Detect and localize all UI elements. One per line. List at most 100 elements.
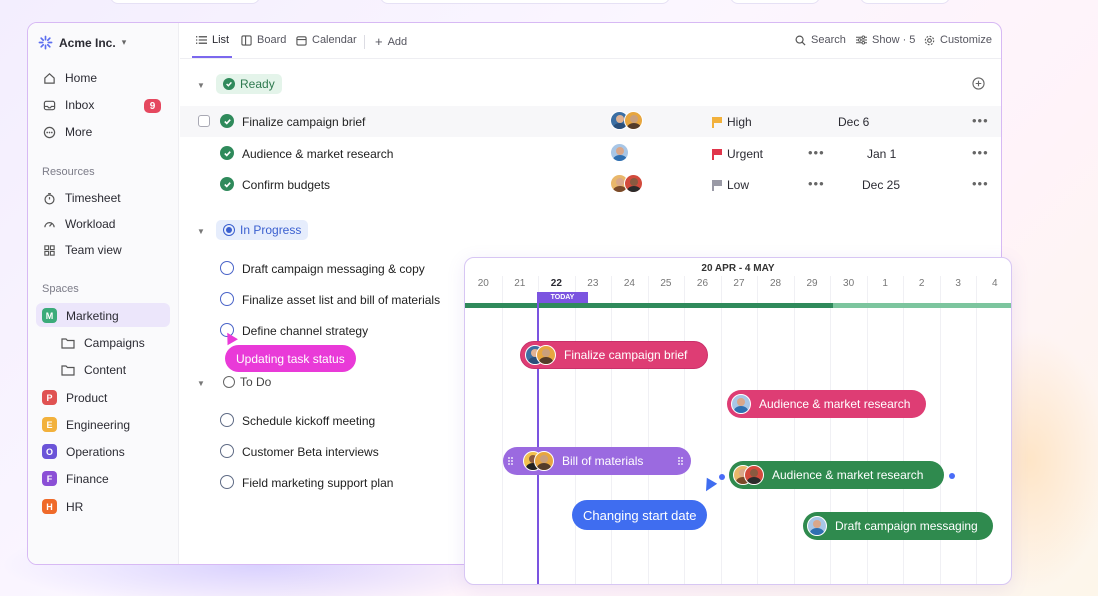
flag-icon bbox=[712, 180, 722, 191]
group-ready[interactable]: Ready bbox=[216, 74, 282, 94]
add-circle-icon[interactable] bbox=[972, 77, 985, 90]
collapse-caret-icon[interactable]: ▼ bbox=[197, 379, 205, 388]
task-row[interactable]: Audience & market research Urgent ••• Ja… bbox=[180, 138, 1001, 169]
gantt-bar-audience-research-2[interactable]: Audience & market research bbox=[729, 461, 944, 489]
priority-field[interactable]: Urgent bbox=[712, 147, 763, 161]
dependency-dot[interactable] bbox=[949, 473, 955, 479]
sliders-icon bbox=[856, 35, 867, 45]
resources-heading: Resources bbox=[42, 166, 95, 178]
sidebar-folder-content[interactable]: Content bbox=[61, 363, 126, 377]
status-open-icon[interactable] bbox=[220, 475, 234, 489]
task-name[interactable]: Schedule kickoff meeting bbox=[242, 414, 375, 428]
status-open-icon[interactable] bbox=[220, 413, 234, 427]
sidebar-item-label: HR bbox=[66, 499, 84, 514]
gantt-bar-bill-of-materials[interactable]: Bill of materials bbox=[503, 447, 691, 475]
sidebar-item-label: Marketing bbox=[66, 308, 119, 323]
status-open-icon[interactable] bbox=[220, 292, 234, 306]
sidebar-item-timesheet[interactable]: Timesheet bbox=[42, 191, 121, 205]
task-row[interactable]: Finalize campaign brief High Dec 6 ••• bbox=[180, 106, 1001, 137]
task-name[interactable]: Finalize asset list and bill of material… bbox=[242, 293, 440, 307]
sidebar-item-label: Home bbox=[65, 71, 98, 85]
gantt-grid-line bbox=[501, 276, 503, 584]
customize-button[interactable]: Customize bbox=[924, 34, 992, 46]
sidebar-space-finance[interactable]: F Finance bbox=[42, 471, 109, 486]
status-open-icon[interactable] bbox=[220, 261, 234, 275]
gantt-grid-line bbox=[574, 276, 576, 584]
status-done-icon[interactable] bbox=[220, 146, 234, 160]
sidebar-space-product[interactable]: P Product bbox=[42, 390, 107, 405]
task-name[interactable]: Audience & market research bbox=[242, 147, 393, 161]
task-name[interactable]: Customer Beta interviews bbox=[242, 445, 379, 459]
task-name[interactable]: Finalize campaign brief bbox=[242, 115, 365, 129]
row-more-icon[interactable]: ••• bbox=[972, 145, 989, 160]
row-checkbox[interactable] bbox=[198, 115, 210, 127]
sidebar-item-workload[interactable]: Workload bbox=[42, 217, 115, 231]
priority-label: Urgent bbox=[727, 147, 764, 161]
search-button[interactable]: Search bbox=[795, 34, 846, 46]
dependency-dot[interactable] bbox=[719, 474, 725, 480]
gantt-bar-finalize-campaign-brief[interactable]: Finalize campaign brief bbox=[520, 341, 708, 369]
due-date[interactable]: Dec 6 bbox=[838, 115, 869, 129]
spaces-heading: Spaces bbox=[42, 283, 79, 295]
background-card bbox=[110, 0, 260, 4]
add-view-button[interactable]: + Add bbox=[375, 34, 407, 49]
tab-label: Board bbox=[257, 34, 287, 46]
sidebar-item-team-view[interactable]: Team view bbox=[42, 243, 122, 257]
tab-label: Calendar bbox=[312, 34, 357, 46]
task-row[interactable]: Confirm budgets Low ••• Dec 25 ••• bbox=[180, 169, 1001, 200]
row-more-icon[interactable]: ••• bbox=[972, 113, 989, 128]
sidebar-space-hr[interactable]: H HR bbox=[42, 499, 83, 514]
workspace-switcher[interactable]: Acme Inc. ▾ bbox=[38, 35, 126, 50]
gantt-bar-draft-campaign-messaging[interactable]: Draft campaign messaging bbox=[803, 512, 993, 540]
avatar bbox=[610, 143, 629, 162]
sidebar-item-home[interactable]: Home bbox=[42, 71, 97, 85]
task-name[interactable]: Define channel strategy bbox=[242, 324, 368, 338]
assignees[interactable] bbox=[610, 174, 643, 193]
gantt-bar-label: Bill of materials bbox=[562, 454, 644, 468]
space-avatar: O bbox=[42, 444, 57, 459]
due-date[interactable]: Jan 1 bbox=[867, 147, 896, 161]
sidebar-item-more[interactable]: More bbox=[42, 125, 92, 139]
gantt-bar-audience-research[interactable]: Audience & market research bbox=[727, 390, 926, 418]
gantt-bar-label: Finalize campaign brief bbox=[564, 348, 688, 362]
sidebar-space-marketing[interactable]: M Marketing bbox=[42, 308, 119, 323]
sidebar-space-engineering[interactable]: E Engineering bbox=[42, 417, 130, 432]
tab-list[interactable]: List bbox=[196, 34, 229, 46]
group-in-progress[interactable]: In Progress bbox=[216, 220, 309, 240]
collapse-caret-icon[interactable]: ▼ bbox=[197, 81, 205, 90]
tab-board[interactable]: Board bbox=[241, 34, 286, 46]
gantt-day-label: 21 bbox=[514, 278, 526, 289]
sidebar-space-operations[interactable]: O Operations bbox=[42, 444, 125, 459]
task-name[interactable]: Confirm budgets bbox=[242, 178, 330, 192]
status-done-icon[interactable] bbox=[220, 114, 234, 128]
gantt-day-label: 20 bbox=[477, 278, 489, 289]
show-columns-button[interactable]: Show · 5 bbox=[856, 34, 915, 46]
priority-field[interactable]: High bbox=[712, 115, 752, 129]
sidebar-item-inbox[interactable]: Inbox bbox=[42, 98, 94, 112]
drag-handle-icon[interactable] bbox=[678, 457, 685, 465]
status-done-icon[interactable] bbox=[220, 177, 234, 191]
assignees[interactable] bbox=[610, 143, 629, 162]
priority-field[interactable]: Low bbox=[712, 178, 749, 192]
row-more-icon[interactable]: ••• bbox=[972, 176, 989, 191]
group-label: Ready bbox=[240, 77, 275, 91]
gantt-panel: 20 APR - 4 MAY 20 21 22 23 24 25 26 27 28 29 30 1 2 3… bbox=[464, 257, 1012, 585]
due-date[interactable]: Dec 25 bbox=[862, 178, 900, 192]
sidebar-folder-campaigns[interactable]: Campaigns bbox=[61, 336, 145, 350]
home-icon bbox=[42, 71, 56, 85]
task-name[interactable]: Draft campaign messaging & copy bbox=[242, 262, 425, 276]
collapse-caret-icon[interactable]: ▼ bbox=[197, 227, 205, 236]
gantt-day-label: 24 bbox=[623, 278, 635, 289]
assignees[interactable] bbox=[610, 111, 643, 130]
row-options-icon[interactable]: ••• bbox=[808, 145, 825, 160]
status-open-icon[interactable] bbox=[220, 444, 234, 458]
tab-calendar[interactable]: Calendar bbox=[296, 34, 357, 46]
group-to-do[interactable]: To Do bbox=[216, 372, 278, 392]
status-toast: Updating task status bbox=[225, 345, 356, 372]
drag-handle-icon[interactable] bbox=[508, 457, 515, 465]
sidebar-item-label: Engineering bbox=[66, 417, 131, 432]
row-options-icon[interactable]: ••• bbox=[808, 176, 825, 191]
flag-icon bbox=[712, 149, 722, 160]
grid-icon bbox=[42, 243, 56, 257]
task-name[interactable]: Field marketing support plan bbox=[242, 476, 393, 490]
